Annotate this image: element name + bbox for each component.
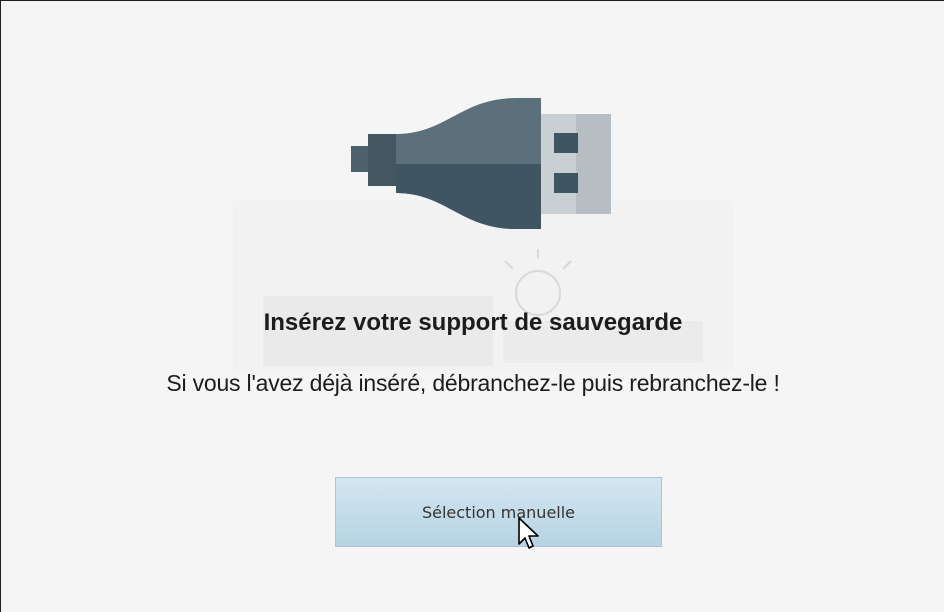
usb-drive-icon xyxy=(351,98,611,229)
dialog-title: Insérez votre support de sauvegarde xyxy=(263,309,683,336)
mouse-pointer-icon xyxy=(518,517,539,549)
manual-selection-label: Sélection manuelle xyxy=(421,502,576,522)
manual-selection-button[interactable]: Sélection manuelle xyxy=(335,477,662,547)
dialog-message: Si vous l'avez déjà inséré, débranchez-l… xyxy=(166,370,780,396)
dialog-panel: Insérez votre support de sauvegarde Si v… xyxy=(0,0,944,612)
